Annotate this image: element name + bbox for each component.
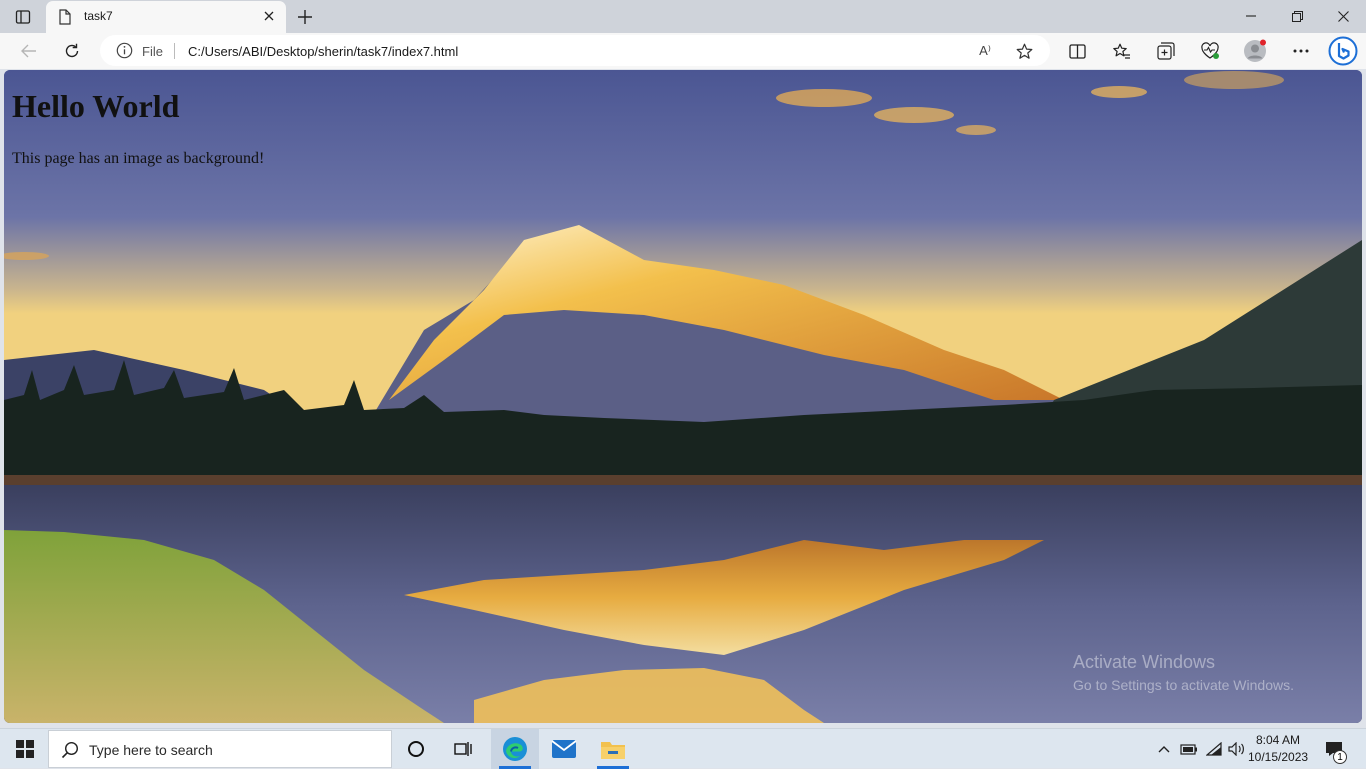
search-icon <box>61 741 79 759</box>
refresh-icon <box>65 43 79 58</box>
tab-actions-icon <box>15 10 31 24</box>
mail-icon <box>551 740 577 758</box>
folder-icon <box>601 742 625 759</box>
collections-button[interactable] <box>1151 36 1181 66</box>
volume-tray-button[interactable] <box>1226 729 1248 769</box>
browser-essentials-button[interactable] <box>1195 36 1225 66</box>
page-paragraph: This page has an image as background! <box>12 150 265 167</box>
watermark-title: Activate Windows <box>1073 652 1216 672</box>
favorites-star-list-icon <box>1113 43 1130 59</box>
start-button[interactable] <box>4 729 46 769</box>
favorites-button[interactable] <box>1107 36 1137 66</box>
close-icon <box>1337 10 1349 22</box>
tab-close-button[interactable] <box>260 7 278 25</box>
wifi-icon <box>1206 742 1222 756</box>
tab-title: task7 <box>84 9 113 23</box>
address-url[interactable]: C:/Users/ABI/Desktop/sherin/task7/index7… <box>188 44 458 59</box>
notifications-button[interactable] <box>1320 729 1348 769</box>
bing-copilot-button[interactable] <box>1327 36 1359 66</box>
watermark-subtitle: Go to Settings to activate Windows. <box>1073 677 1294 693</box>
address-bar[interactable]: File C:/Users/ABI/Desktop/sherin/task7/i… <box>100 35 1050 66</box>
search-placeholder: Type here to search <box>89 742 213 758</box>
page-heading: Hello World <box>12 88 180 124</box>
refresh-button[interactable] <box>57 36 87 66</box>
profile-button[interactable] <box>1240 36 1270 66</box>
tab-strip: task7 <box>0 0 1366 33</box>
back-button[interactable] <box>14 36 44 66</box>
page-icon <box>59 9 71 25</box>
bing-icon <box>1328 36 1358 66</box>
star-icon <box>1016 43 1032 59</box>
minimize-button[interactable] <box>1228 0 1274 32</box>
tab-actions-button[interactable] <box>6 4 40 30</box>
edge-taskbar-button[interactable] <box>491 729 539 769</box>
plus-icon <box>298 10 312 24</box>
windows-logo-icon <box>16 740 34 758</box>
minimize-icon <box>1246 15 1256 17</box>
speaker-icon <box>1228 742 1244 756</box>
windows-taskbar: Type here to search 8:04 AM 10/15/2023 1 <box>0 728 1366 769</box>
notification-count-badge: 1 <box>1333 750 1347 764</box>
split-screen-button[interactable] <box>1062 36 1092 66</box>
close-window-button[interactable] <box>1320 0 1366 32</box>
page-viewport: Hello World This page has an image as ba… <box>4 70 1362 723</box>
scheme-label: File <box>142 44 163 59</box>
chevron-up-icon <box>1158 746 1170 753</box>
info-icon[interactable] <box>116 42 133 59</box>
collections-icon <box>1157 42 1175 60</box>
cortana-button[interactable] <box>392 729 440 769</box>
more-horizontal-icon <box>1293 49 1309 53</box>
show-hidden-icons-button[interactable] <box>1154 729 1174 769</box>
task-view-icon <box>454 742 472 756</box>
browser-toolbar: File C:/Users/ABI/Desktop/sherin/task7/i… <box>0 33 1366 69</box>
close-icon <box>264 11 274 21</box>
task-view-button[interactable] <box>440 729 488 769</box>
file-explorer-taskbar-button[interactable] <box>589 729 637 769</box>
battery-icon <box>1180 744 1197 755</box>
read-aloud-button[interactable]: A⁾ <box>975 41 995 61</box>
settings-more-button[interactable] <box>1286 36 1316 66</box>
battery-tray-button[interactable] <box>1178 729 1200 769</box>
clock-date: 10/15/2023 <box>1248 750 1309 764</box>
network-tray-button[interactable] <box>1203 729 1225 769</box>
restore-button[interactable] <box>1274 0 1320 32</box>
mail-taskbar-button[interactable] <box>540 729 588 769</box>
favorite-button[interactable] <box>1014 41 1034 61</box>
avatar-icon <box>1244 39 1266 62</box>
heart-pulse-icon <box>1201 42 1219 59</box>
cortana-circle-icon <box>408 741 424 757</box>
taskbar-search-box[interactable]: Type here to search <box>48 730 392 768</box>
activate-windows-watermark: Activate Windows Go to Settings to activ… <box>1073 652 1294 693</box>
arrow-left-icon <box>21 44 36 58</box>
new-tab-button[interactable] <box>292 4 318 30</box>
restore-icon <box>1291 10 1303 22</box>
taskbar-clock[interactable]: 8:04 AM 10/15/2023 <box>1248 732 1308 766</box>
split-screen-icon <box>1068 43 1086 59</box>
edge-icon <box>503 737 527 761</box>
clock-time: 8:04 AM <box>1255 733 1301 747</box>
browser-tab[interactable]: task7 <box>46 1 286 33</box>
address-divider <box>174 43 175 59</box>
